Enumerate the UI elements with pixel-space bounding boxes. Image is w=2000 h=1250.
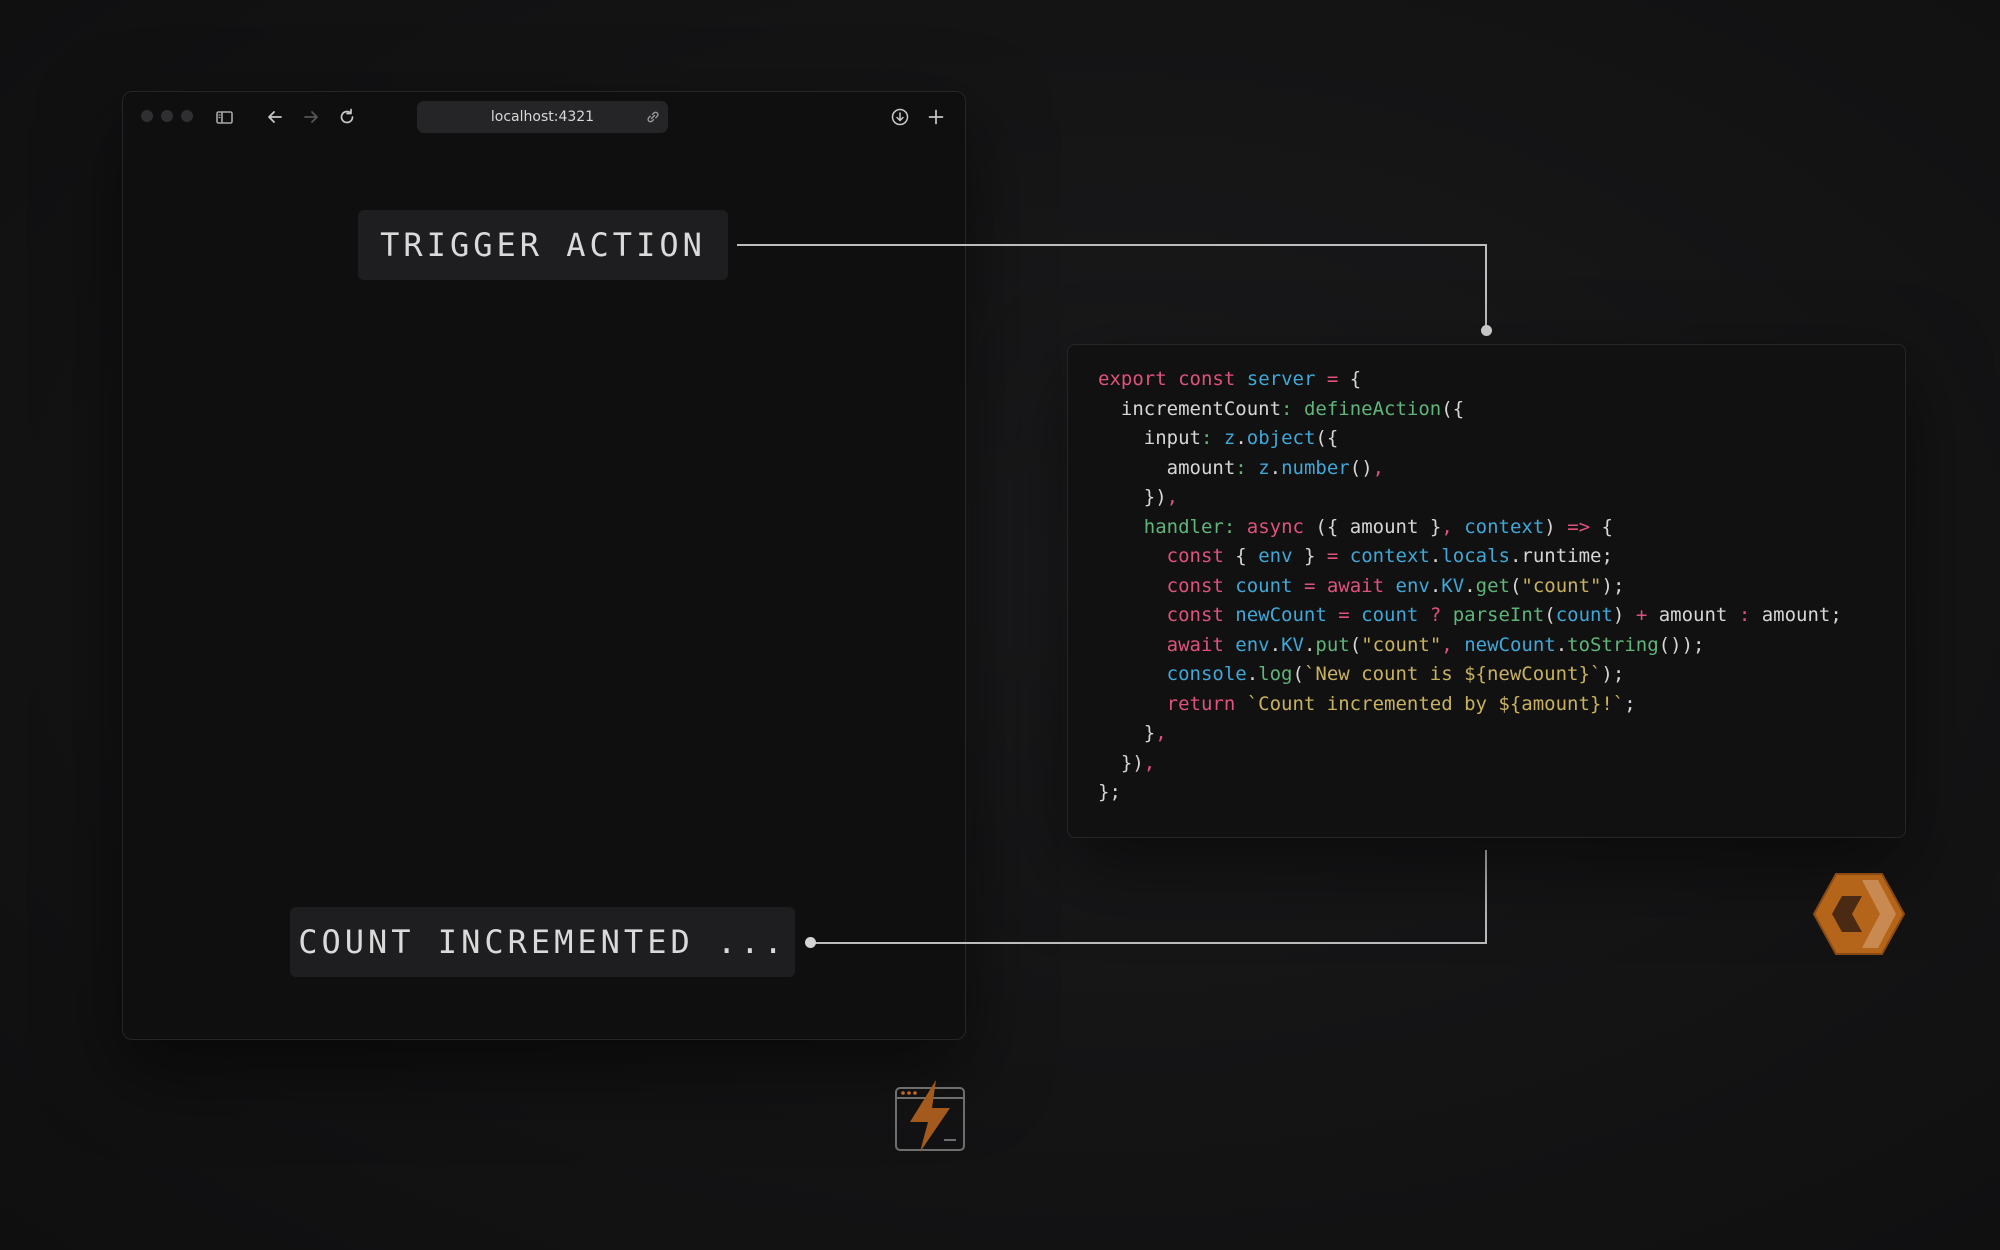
code-line: }; xyxy=(1098,781,1121,803)
plus-icon[interactable] xyxy=(923,104,949,130)
code-line: return `Count incremented by ${amount}!`… xyxy=(1166,692,1636,715)
address-bar[interactable]: localhost:4321 xyxy=(417,101,668,133)
forward-arrow-icon[interactable] xyxy=(298,104,324,130)
count-result-label: COUNT INCREMENTED ... xyxy=(290,907,795,977)
code-line: amount: z.number(), xyxy=(1166,456,1385,479)
code-panel: export const server = { incrementCount: … xyxy=(1067,344,1906,838)
connector-line-top xyxy=(737,244,1487,246)
code-line: input: z.object({ xyxy=(1143,427,1339,449)
code-line: handler: async ({ amount }, context) => … xyxy=(1143,515,1613,538)
connector-line-top-vertical xyxy=(1485,244,1487,330)
code-line: const count = await env.KV.get("count"); xyxy=(1166,574,1625,597)
link-icon[interactable] xyxy=(644,108,662,126)
connector-line-bottom xyxy=(810,942,1487,944)
code-line: }, xyxy=(1143,722,1167,744)
url-text: localhost:4321 xyxy=(490,109,595,125)
code-line: export const server = { xyxy=(1098,368,1362,390)
code-block: export const server = { incrementCount: … xyxy=(1098,365,1842,808)
connector-node-top xyxy=(1481,325,1492,336)
code-line: console.log(`New count is ${newCount}`); xyxy=(1166,663,1625,685)
cloudflare-logo xyxy=(1812,872,1906,956)
connector-line-bottom-vertical xyxy=(1485,850,1487,944)
browser-toolbar: localhost:4321 xyxy=(123,92,965,142)
trigger-action-button[interactable]: TRIGGER ACTION xyxy=(358,210,728,280)
reload-icon[interactable] xyxy=(334,104,360,130)
code-line: await env.KV.put("count", newCount.toStr… xyxy=(1166,633,1705,656)
download-icon[interactable] xyxy=(887,104,913,130)
code-line: incrementCount: defineAction({ xyxy=(1120,397,1465,420)
code-line: const newCount = count ? parseInt(count)… xyxy=(1166,604,1842,626)
window-maximize-dot[interactable] xyxy=(181,110,193,122)
connector-node-bottom xyxy=(805,937,816,948)
back-arrow-icon[interactable] xyxy=(262,104,288,130)
code-line: }), xyxy=(1120,751,1156,774)
window-close-dot[interactable] xyxy=(141,110,153,122)
sidebar-toggle-icon[interactable] xyxy=(211,104,237,130)
code-line: const { env } = context.locals.runtime; xyxy=(1166,545,1613,567)
window-minimize-dot[interactable] xyxy=(161,110,173,122)
astro-actions-logo xyxy=(894,1078,966,1154)
code-line: }), xyxy=(1143,486,1179,508)
